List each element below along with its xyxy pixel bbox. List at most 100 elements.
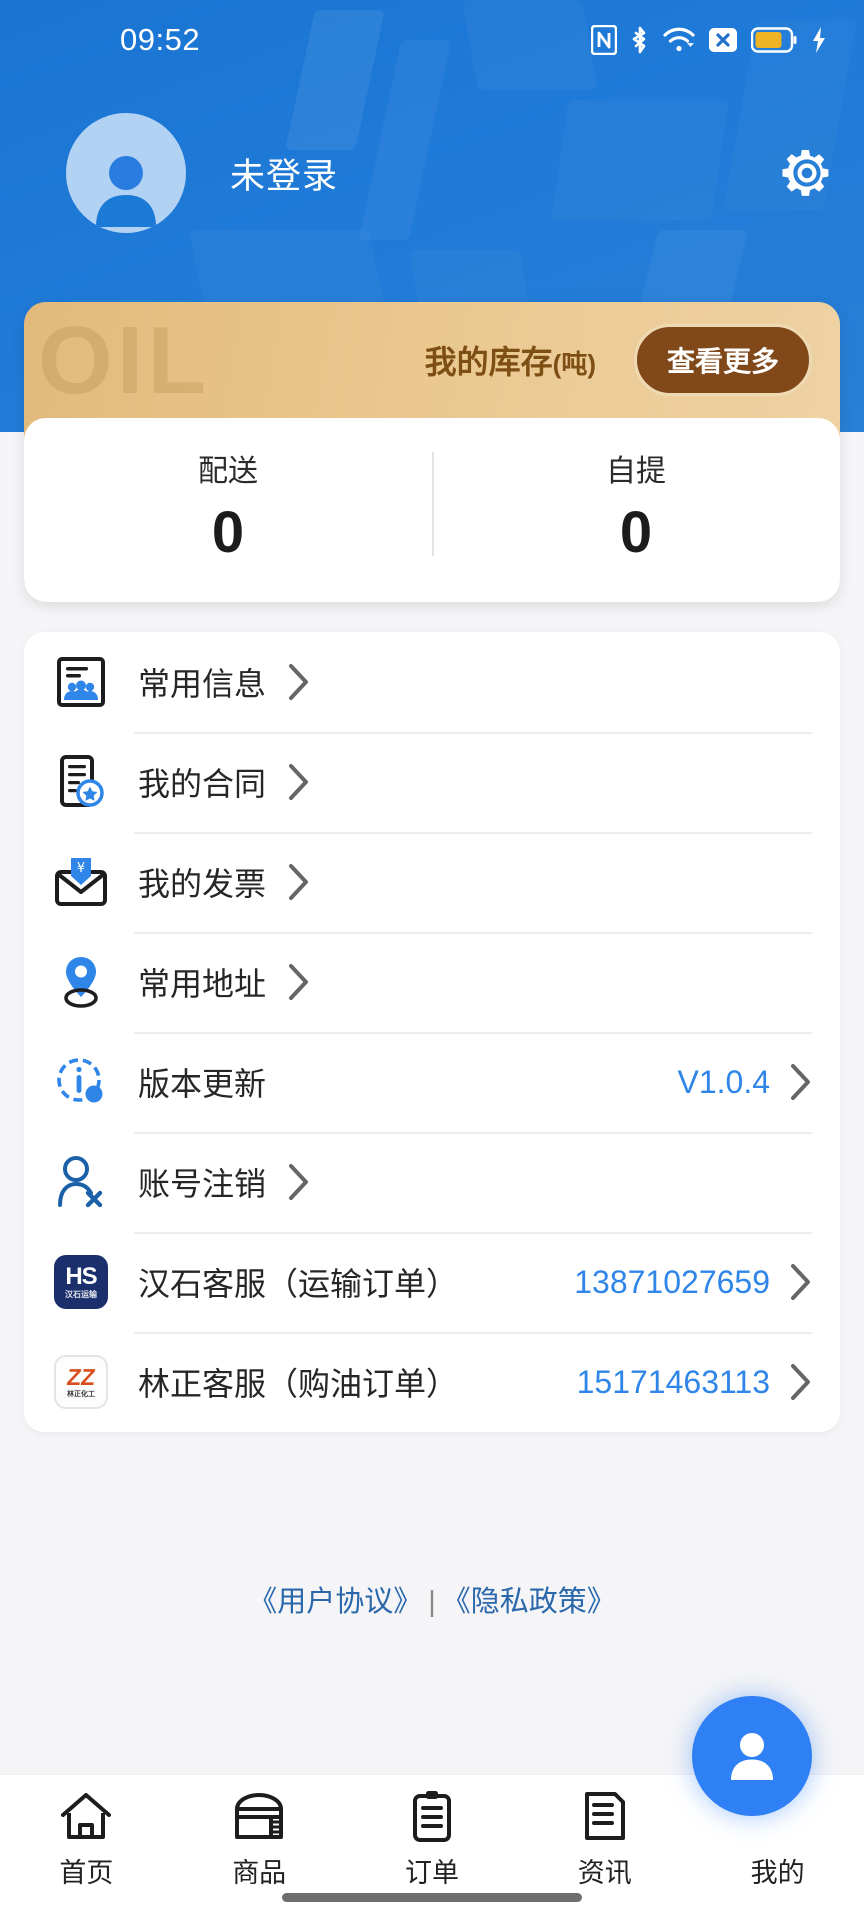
inventory-title: 我的库存(吨) [425, 337, 596, 383]
user-delete-icon-wrap [52, 1153, 110, 1211]
location-pin-icon [64, 957, 98, 1008]
menu-item-hanshi-support[interactable]: HS 汉石运输 汉石客服（运输订单） 13871027659 [52, 1232, 812, 1332]
person-icon [96, 156, 156, 227]
location-pin-icon-wrap [52, 953, 110, 1011]
stat-delivery-value: 0 [211, 500, 245, 565]
stat-pickup-value: 0 [619, 500, 653, 565]
stat-pickup[interactable]: 自提 0 [432, 446, 840, 562]
inventory-stats: 配送 0 自提 0 [24, 418, 840, 602]
tank-icon-wrap [233, 1789, 285, 1843]
info-update-icon [57, 1058, 103, 1103]
legal-links: 《用户协议》 | 《隐私政策》 [0, 1578, 864, 1620]
chevron-right-icon [289, 964, 309, 1000]
app-root: 09:52 未登录 OIL 我的库存(吨) 查看更多 配送 0 自提 0 常用信… [0, 0, 864, 1920]
clipboard-icon [412, 1791, 451, 1842]
menu-item-label: 林正客服（购油订单） [138, 1366, 459, 1402]
gear-icon [782, 149, 829, 196]
hanshi-brand-icon-wrap: HS 汉石运输 [52, 1253, 110, 1311]
chevron-right-icon [289, 1164, 309, 1200]
news-icon-wrap [582, 1789, 628, 1843]
menu-item-common-info[interactable]: 常用信息 [52, 632, 812, 732]
tab-my-fab[interactable] [692, 1696, 812, 1816]
menu-item-my-contract[interactable]: 我的合同 [52, 732, 812, 832]
battery-icon [751, 27, 797, 53]
view-more-button[interactable]: 查看更多 [633, 324, 812, 396]
linzheng-brand-caption: 林正化工 [67, 1391, 95, 1398]
menu-item-label: 汉石客服（运输订单） [138, 1266, 459, 1302]
status-bar-icons [591, 25, 828, 55]
profile-row[interactable]: 未登录 [0, 108, 864, 238]
user-name: 未登录 [230, 156, 339, 196]
home-icon [61, 1793, 112, 1839]
home-icon-wrap [59, 1789, 113, 1843]
menu-item-delete-account[interactable]: 账号注销 [52, 1132, 812, 1232]
invoice-envelope-icon-wrap: ¥ [52, 853, 110, 911]
menu-item-value[interactable]: 15171463113 [577, 1364, 770, 1401]
chevron-right-icon [791, 1264, 810, 1300]
tab-news-label: 资讯 [577, 1858, 632, 1888]
user-agreement-link[interactable]: 《用户协议》 [248, 1586, 422, 1618]
menu-item-my-invoice[interactable]: ¥ 我的发票 [52, 832, 812, 932]
avatar[interactable] [66, 113, 186, 233]
tank-icon [235, 1793, 284, 1839]
linzheng-brand-icon: ZZ 林正化工 [54, 1355, 108, 1409]
tab-my-label: 我的 [750, 1858, 805, 1888]
chevron-right-icon [289, 764, 309, 800]
linzheng-brand-icon-wrap: ZZ 林正化工 [52, 1353, 110, 1411]
menu-item-value[interactable]: 13871027659 [574, 1264, 770, 1301]
bluetooth-icon [632, 26, 646, 54]
stat-delivery[interactable]: 配送 0 [24, 446, 432, 562]
inventory-card: OIL 我的库存(吨) 查看更多 配送 0 自提 0 [24, 302, 840, 602]
contract-star-icon [60, 755, 104, 807]
chevron-right-icon [289, 864, 309, 900]
news-icon [584, 1792, 625, 1840]
menu-item-label: 常用地址 [138, 966, 267, 1002]
menu-item-version-update[interactable]: 版本更新 V1.0.4 [52, 1032, 812, 1132]
stat-delivery-label: 配送 [198, 455, 258, 488]
contract-star-icon-wrap [52, 753, 110, 811]
tab-orders-label: 订单 [404, 1858, 459, 1888]
tab-home[interactable]: 首页 [0, 1789, 173, 1890]
wifi-icon [663, 27, 695, 52]
menu-item-label: 账号注销 [138, 1166, 267, 1202]
tab-home-label: 首页 [59, 1858, 114, 1888]
chevron-right-icon [289, 664, 309, 700]
charging-bolt-icon [813, 27, 825, 53]
tab-products[interactable]: 商品 [173, 1789, 346, 1890]
chevron-right-icon [791, 1364, 810, 1400]
chevron-right-icon [791, 1064, 810, 1100]
clipboard-icon-wrap [410, 1789, 454, 1843]
menu-item-label: 版本更新 [138, 1066, 267, 1102]
menu-list: 常用信息 我的合同 ¥ 我的发票 常用地址 版本更新 V1.0.4 账号注销 H… [24, 632, 840, 1432]
svg-text:¥: ¥ [77, 861, 85, 876]
privacy-policy-link[interactable]: 《隐私政策》 [442, 1586, 616, 1618]
tab-products-label: 商品 [232, 1858, 287, 1888]
menu-item-value: V1.0.4 [677, 1063, 770, 1100]
nfc-icon [591, 25, 617, 55]
legal-separator: | [428, 1586, 436, 1618]
contacts-card-icon-wrap [52, 653, 110, 711]
invoice-envelope-icon: ¥ [55, 858, 107, 906]
user-delete-icon [58, 1156, 103, 1208]
menu-item-common-address[interactable]: 常用地址 [52, 932, 812, 1032]
info-update-icon-wrap [52, 1053, 110, 1111]
settings-button[interactable] [780, 146, 834, 200]
status-bar-clock: 09:52 [120, 22, 201, 57]
hanshi-brand-icon: HS 汉石运输 [54, 1255, 108, 1309]
inventory-unit: (吨) [552, 349, 596, 379]
menu-item-label: 常用信息 [138, 666, 267, 702]
status-bar: 09:52 [0, 0, 864, 80]
person-icon [731, 1733, 773, 1780]
tab-orders[interactable]: 订单 [346, 1789, 519, 1890]
stat-pickup-label: 自提 [606, 455, 666, 488]
home-indicator [282, 1893, 582, 1902]
menu-item-label: 我的发票 [138, 866, 267, 902]
contacts-card-icon [57, 657, 105, 707]
no-sim-icon [709, 28, 737, 52]
menu-item-linzheng-support[interactable]: ZZ 林正化工 林正客服（购油订单） 15171463113 [52, 1332, 812, 1432]
menu-item-label: 我的合同 [138, 766, 267, 802]
inventory-title-text: 我的库存 [424, 344, 553, 380]
oil-watermark: OIL [38, 307, 210, 414]
hanshi-brand-caption: 汉石运输 [65, 1290, 97, 1299]
tab-news[interactable]: 资讯 [518, 1789, 691, 1890]
